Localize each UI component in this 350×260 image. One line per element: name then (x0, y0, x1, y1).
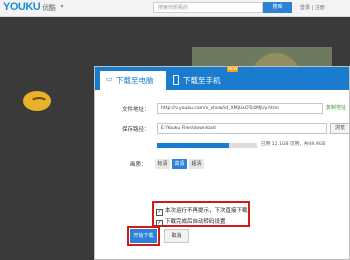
quality-high[interactable]: 高清 (172, 159, 187, 169)
search-button-label: 搜库 (272, 4, 283, 10)
disk-info: 已用 12.1GB 可用，共49.9GB (261, 142, 326, 147)
phone-icon (173, 75, 179, 85)
checkbox-icon[interactable]: ✓ (156, 209, 163, 216)
option-no-prompt[interactable]: ✓ 本次运行不再提示，下次直接下载 (156, 206, 248, 216)
tab-download-pc-label: 下载至电脑 (116, 76, 154, 85)
search-input[interactable]: 搜索你想看的 (153, 2, 263, 13)
quality-standard[interactable]: 标清 (155, 159, 170, 169)
save-path-label: 保存路径： (122, 127, 150, 133)
youku-logo[interactable]: YOUKU 优酷 (3, 1, 56, 13)
logo-text: YOUKU (3, 1, 41, 13)
search-button[interactable]: 搜库 (263, 2, 292, 13)
pc-icon: ▭ (105, 75, 113, 83)
disk-usage-bar (157, 143, 257, 148)
quality-label: 画质： (130, 162, 147, 168)
option-no-prompt-label: 本次运行不再提示，下次直接下载 (165, 208, 248, 214)
tab-download-pc[interactable]: ▭ 下载至电脑 (100, 71, 166, 90)
option-transcode[interactable]: ✓ 下载完成后自动转码设置 (156, 217, 226, 227)
url-field[interactable]: http://v.youku.com/v_show/id_XMjUxOTc4Mj… (157, 103, 323, 114)
tab-download-phone-label: 下载至手机 (183, 76, 221, 85)
start-download-button[interactable]: 开始下载 (130, 229, 157, 243)
play-icon[interactable] (23, 91, 51, 111)
new-badge: NEW (227, 66, 239, 72)
tab-bar: ▭ 下载至电脑 下载至手机 NEW (95, 66, 349, 90)
logo-cn: 优酷 (42, 5, 56, 12)
option-transcode-label: 下载完成后自动转码设置 (165, 219, 226, 225)
save-path-field[interactable]: E:\Youku Files\download (157, 123, 327, 134)
tab-download-phone[interactable]: 下载至手机 NEW (169, 66, 249, 90)
quality-super[interactable]: 超清 (189, 159, 204, 169)
chevron-down-icon[interactable]: ▾ (58, 3, 66, 11)
disk-usage-fill (157, 143, 229, 148)
cancel-button[interactable]: 取消 (164, 229, 189, 243)
copy-link[interactable]: 复制地址 (326, 104, 346, 111)
top-bar: YOUKU 优酷 ▾ 搜索你想看的 搜库 登录 | 注册 (0, 0, 350, 17)
url-label: 文件地址： (122, 107, 150, 113)
login-links[interactable]: 登录 | 注册 (300, 4, 325, 11)
browse-button[interactable]: 浏览 (330, 123, 350, 134)
